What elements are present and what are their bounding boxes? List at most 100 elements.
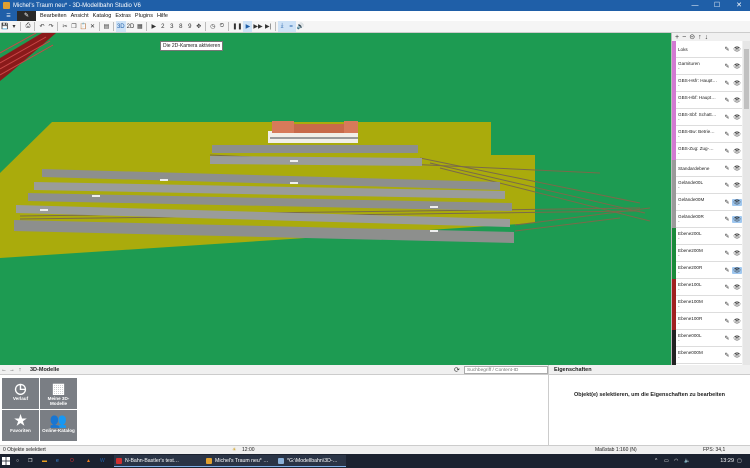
tile-favoriten[interactable]: ★ Favoriten — [2, 410, 39, 441]
layer-row[interactable]: GBS-Sbf: Schatt… - ✎ 👁 — [672, 108, 742, 126]
layer-row[interactable]: Ebene100M - ✎ 👁 — [672, 295, 742, 313]
lock-icon[interactable]: ⊝ — [689, 33, 695, 41]
taskbar-clock[interactable]: 13:29 — [720, 456, 734, 466]
menu-extras[interactable]: Extras — [113, 13, 133, 19]
notification-icon[interactable]: ▢ — [737, 456, 742, 466]
layer-edit-icon[interactable]: ✎ — [722, 301, 732, 308]
layer-visibility-icon[interactable]: 👁 — [732, 266, 742, 274]
tray-volume-icon[interactable]: 🔈 — [684, 456, 690, 466]
layer-row[interactable]: Ebene000L - ✎ 👁 — [672, 329, 742, 347]
camera-2-button[interactable]: 2 — [158, 21, 167, 32]
explorer-icon[interactable]: ▬ — [42, 456, 47, 466]
chevron-down-icon[interactable]: ▾ — [9, 21, 18, 32]
close-button[interactable]: ✕ — [728, 0, 750, 11]
layer-row[interactable]: GBS-Hbf: Haupt… - ✎ 👁 — [672, 91, 742, 109]
layer-visibility-icon[interactable]: 👁 — [732, 114, 742, 121]
layer-row[interactable]: Ebene200M - ✎ 👁 — [672, 244, 742, 262]
tile-verlauf[interactable]: ◷ Verlauf — [2, 378, 39, 409]
edge-icon[interactable]: e — [56, 456, 59, 466]
windows-start-icon[interactable] — [2, 457, 10, 465]
layer-visibility-icon[interactable]: 👁 — [732, 284, 742, 291]
layer-edit-icon[interactable]: ✎ — [722, 216, 732, 223]
move-icon[interactable]: ✥ — [194, 21, 203, 32]
layer-visibility-icon[interactable]: 👁 — [732, 182, 742, 189]
layer-row[interactable]: Ebene100L - ✎ 👁 — [672, 278, 742, 296]
menu-hilfe[interactable]: Hilfe — [155, 13, 170, 19]
layer-row[interactable]: Ebene100R - ✎ 👁 — [672, 312, 742, 330]
camera-1-icon[interactable]: ▶ — [149, 21, 158, 32]
arrow-up-icon[interactable]: ↑ — [698, 34, 702, 41]
layer-edit-icon[interactable]: ✎ — [722, 352, 732, 359]
layer-visibility-icon[interactable]: 👁 — [732, 318, 742, 325]
layer-visibility-icon[interactable]: 👁 — [732, 233, 742, 240]
layer-row[interactable]: Standardebene ✎ 👁 — [672, 159, 742, 177]
taskbar-app-forum[interactable]: N-Bahn-Bastler's test… — [114, 455, 210, 467]
layer-row[interactable]: Gelände00R - ✎ 👁 — [672, 210, 742, 228]
forward-icon[interactable]: → — [8, 367, 16, 373]
layer-edit-icon[interactable]: ✎ — [722, 335, 732, 342]
print-icon[interactable]: ⎙ — [23, 21, 32, 32]
layer-edit-icon[interactable]: ✎ — [722, 267, 732, 274]
camera-8-button[interactable]: 8 — [176, 21, 185, 32]
menu-plugins[interactable]: Plugins — [133, 13, 155, 19]
remove-layer-icon[interactable]: − — [682, 34, 686, 41]
taskbar-app-notepad[interactable]: *G:\Modellbahn\3D-… — [276, 455, 346, 467]
task-view-icon[interactable]: ❐ — [28, 456, 32, 466]
maximize-button[interactable]: ☐ — [706, 0, 728, 11]
layer-edit-icon[interactable]: ✎ — [722, 318, 732, 325]
layer-visibility-icon[interactable]: 👁 — [732, 97, 742, 104]
refresh-icon[interactable]: ⟳ — [454, 366, 460, 374]
tile-meine-3d-modelle[interactable]: ▦ Meine 3D-Modelle — [40, 378, 77, 409]
layer-edit-icon[interactable]: ✎ — [722, 199, 732, 206]
back-icon[interactable]: ← — [0, 367, 8, 373]
layer-row[interactable]: GBS-Hsfr: Haupt… - ✎ 👁 — [672, 74, 742, 92]
layer-edit-icon[interactable]: ✎ — [722, 284, 732, 291]
layer-edit-icon[interactable]: ✎ — [722, 46, 732, 53]
opera-icon[interactable]: O — [70, 456, 74, 466]
edit-mode-button[interactable]: ✎ — [17, 11, 36, 21]
layer-visibility-icon[interactable]: 👁 — [732, 352, 742, 359]
camera-9-button[interactable]: 9 — [185, 21, 194, 32]
speaker-icon[interactable]: 🔊 — [296, 21, 305, 32]
layer-visibility-icon[interactable]: 👁 — [732, 131, 742, 138]
layer-edit-icon[interactable]: ✎ — [722, 250, 732, 257]
layer-edit-icon[interactable]: ✎ — [722, 165, 732, 172]
list-icon[interactable]: ▤ — [102, 21, 111, 32]
stopwatch-icon[interactable]: ⏲ — [217, 21, 226, 32]
layer-edit-icon[interactable]: ✎ — [722, 131, 732, 138]
layer-edit-icon[interactable]: ✎ — [722, 233, 732, 240]
layer-row[interactable]: GBS-Zug: Zug-… - ✎ 👁 — [672, 142, 742, 160]
layer-edit-icon[interactable]: ✎ — [722, 97, 732, 104]
layer-visibility-icon[interactable]: 👁 — [732, 148, 742, 155]
word-icon[interactable]: W — [100, 456, 105, 466]
arrow-down-icon[interactable]: ↓ — [705, 34, 709, 41]
play-icon[interactable]: ▶ — [243, 21, 253, 32]
clock-icon[interactable]: ◷ — [208, 21, 217, 32]
layer-visibility-icon[interactable]: 👁 — [732, 46, 742, 53]
fast-forward-icon[interactable]: ▶▶ — [252, 21, 263, 32]
camera-3-button[interactable]: 3 — [167, 21, 176, 32]
layer-row[interactable]: Gelände00L - ✎ 👁 — [672, 176, 742, 194]
3d-viewport[interactable] — [0, 33, 671, 365]
view-2d-button[interactable]: 2D — [126, 21, 136, 32]
layer-edit-icon[interactable]: ✎ — [722, 80, 732, 87]
scrollbar-thumb[interactable] — [744, 49, 749, 109]
delete-icon[interactable]: ✕ — [88, 21, 97, 32]
download-icon[interactable]: ⤓ — [277, 21, 287, 32]
tray-network-icon[interactable]: ▭ — [664, 456, 669, 466]
undo-icon[interactable]: ↶ — [37, 21, 46, 32]
layer-edit-icon[interactable]: ✎ — [722, 63, 732, 70]
equals-icon[interactable]: = — [286, 21, 296, 32]
layer-visibility-icon[interactable]: 👁 — [732, 63, 742, 70]
catalog-search-input[interactable]: Suchbegriff / Content-ID — [464, 366, 548, 374]
view-3d-button[interactable]: 3D — [115, 21, 126, 32]
layer-row[interactable]: Ebene200R - ✎ 👁 — [672, 261, 742, 279]
cut-icon[interactable]: ✂ — [60, 21, 69, 32]
layer-visibility-icon[interactable]: 👁 — [732, 198, 742, 206]
taskbar-app-modellbahn[interactable]: Michel's Traum neu* … — [204, 455, 280, 467]
layer-edit-icon[interactable]: ✎ — [722, 148, 732, 155]
layer-visibility-icon[interactable]: 👁 — [732, 301, 742, 308]
up-icon[interactable]: ↑ — [16, 367, 24, 373]
tray-chevron-icon[interactable]: ^ — [655, 456, 657, 466]
layer-row[interactable]: Ebene200L - ✎ 👁 — [672, 227, 742, 245]
